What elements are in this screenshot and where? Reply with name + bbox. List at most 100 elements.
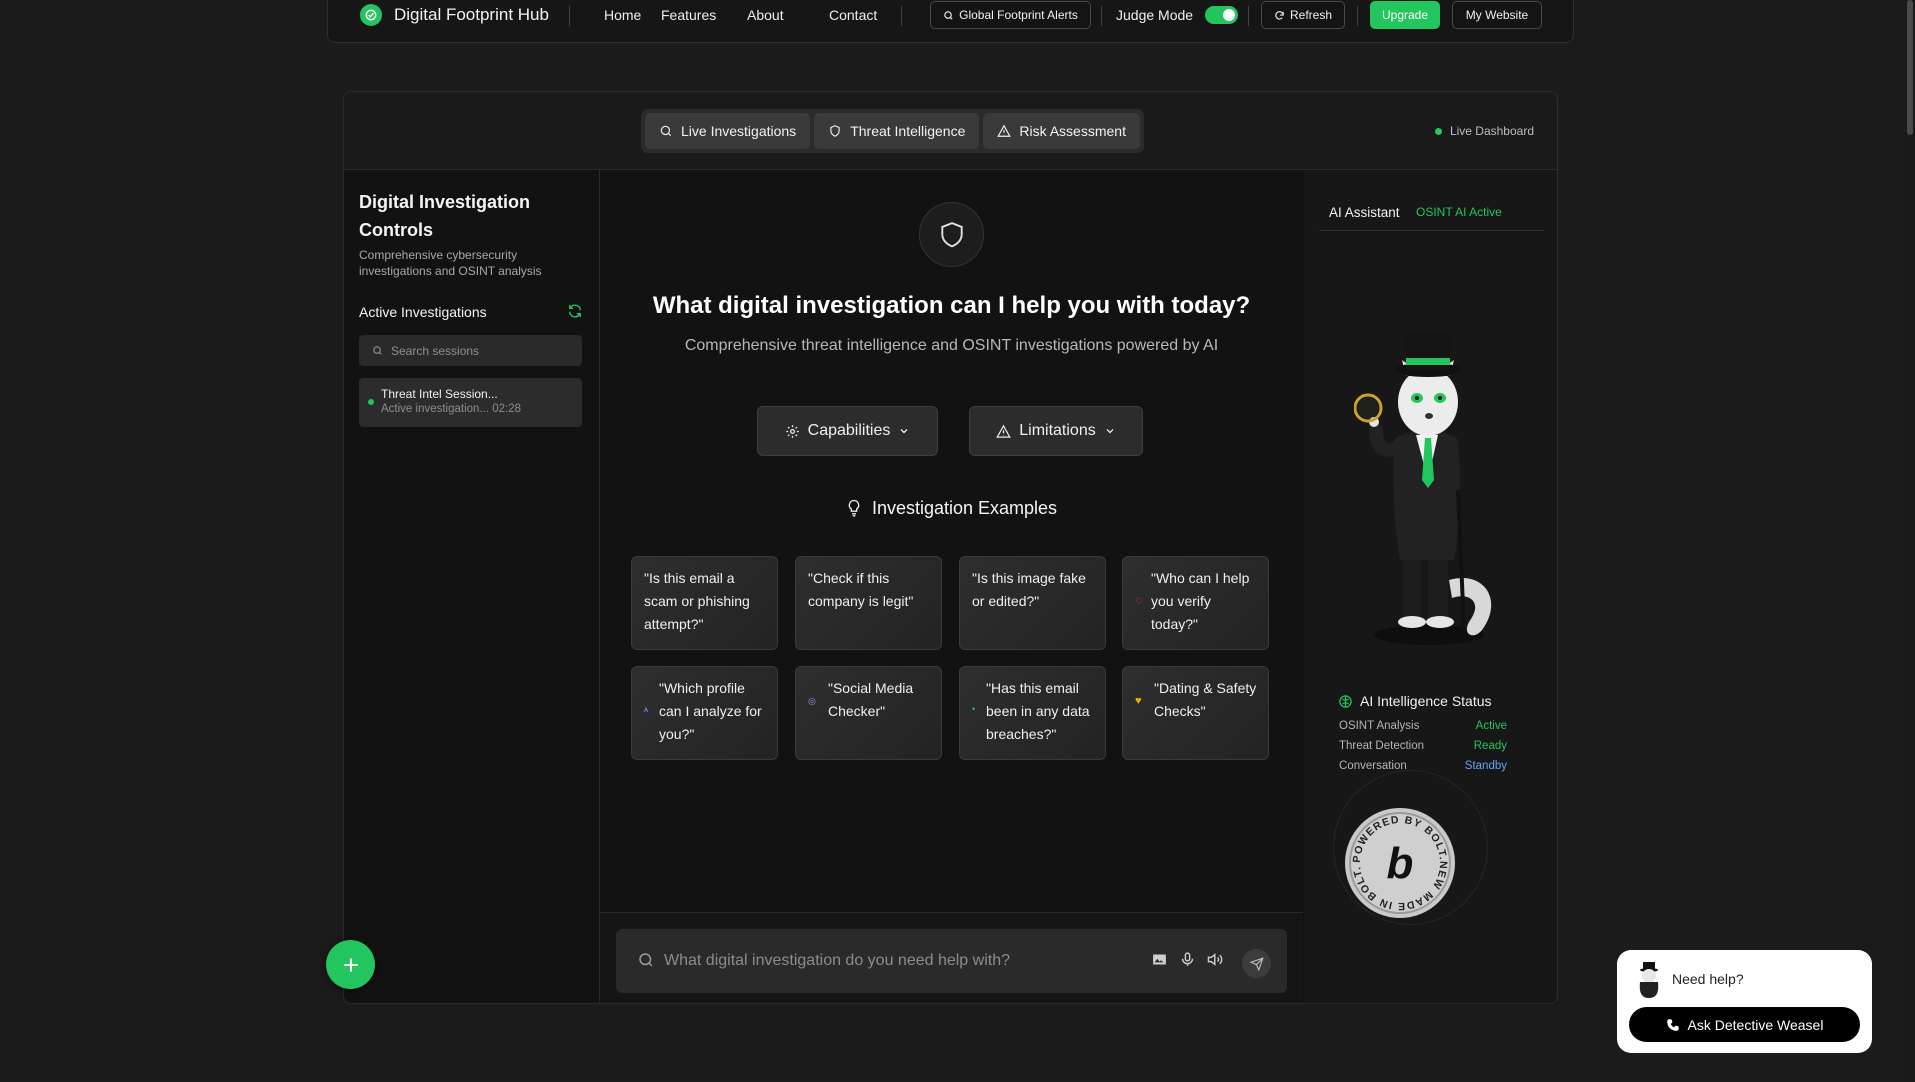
plus-icon	[343, 957, 358, 972]
page-scrollbar[interactable]	[1905, 0, 1915, 1082]
send-button[interactable]	[1242, 949, 1271, 978]
example-text: "Dating & Safety Checks"	[1154, 680, 1257, 719]
divider	[901, 6, 902, 26]
sidebar-title: Digital Investigation Controls	[359, 192, 531, 240]
status-row: Threat Detection Ready	[1339, 740, 1507, 752]
sidebar-subtitle: Comprehensive cybersecurity investigatio…	[359, 248, 542, 278]
search-icon	[660, 125, 672, 137]
chat-input[interactable]	[664, 945, 1114, 977]
judge-mode-toggle[interactable]	[1205, 6, 1238, 24]
assistant-status: OSINT AI Active	[1416, 205, 1502, 219]
tab-risk-assessment[interactable]: Risk Assessment	[983, 113, 1140, 149]
main-panel: Live Investigations Threat Intelligence …	[343, 91, 1558, 1004]
assistant-panel: AI Assistant OSINT AI Active AI Intellig…	[1304, 170, 1557, 1003]
user-icon: ᴬ	[644, 706, 649, 716]
shield-icon	[830, 125, 840, 137]
heart-icon: ♥	[1135, 695, 1142, 707]
example-card[interactable]: ◎ "Social Media Checker"	[795, 666, 942, 760]
nav-link-contact[interactable]: Contact	[829, 7, 877, 23]
my-website-button[interactable]: My Website	[1452, 1, 1542, 29]
status-value: Active	[1475, 720, 1507, 732]
nav-link-about[interactable]: About	[747, 7, 784, 23]
tab-label: Risk Assessment	[1019, 123, 1126, 139]
nav-link-features[interactable]: Features	[661, 7, 716, 23]
refresh-icon	[1275, 10, 1284, 20]
warning-icon	[997, 124, 1012, 137]
ai-intel-status-title: AI Intelligence Status	[1360, 693, 1492, 709]
example-card[interactable]: ♥ "Dating & Safety Checks"	[1122, 666, 1269, 760]
example-text: "Is this image fake or edited?"	[972, 570, 1086, 609]
status-label: OSINT Analysis	[1339, 720, 1420, 732]
limitations-label: Limitations	[1019, 422, 1096, 439]
status-row: OSINT Analysis Active	[1339, 720, 1507, 732]
tab-live-investigations[interactable]: Live Investigations	[645, 113, 811, 149]
lightbulb-icon	[848, 499, 860, 517]
search-icon	[373, 346, 382, 355]
ask-button-label: Ask Detective Weasel	[1687, 1016, 1824, 1033]
session-item[interactable]: Threat Intel Session... Active investiga…	[359, 378, 582, 427]
detective-weasel-illustration	[1354, 332, 1492, 645]
divider	[1101, 6, 1102, 26]
search-icon	[944, 10, 953, 20]
scrollbar-thumb[interactable]	[1907, 0, 1913, 135]
ai-intel-status-heading: AI Intelligence Status	[1338, 693, 1492, 709]
panel-header: Live Investigations Threat Intelligence …	[344, 92, 1557, 170]
hero-shield-icon	[919, 202, 984, 267]
brand[interactable]: Digital Footprint Hub	[360, 4, 549, 26]
status-value: Ready	[1473, 740, 1507, 752]
speaker-icon[interactable]	[1206, 951, 1225, 968]
example-text: "Is this email a scam or phishing attemp…	[644, 570, 750, 632]
sidebar: Digital Investigation Controls Comprehen…	[344, 170, 600, 1003]
example-text: "Check if this company is legit"	[808, 570, 914, 609]
global-alerts-button[interactable]: Global Footprint Alerts	[930, 1, 1091, 29]
mail-icon: •	[972, 704, 976, 714]
bolt-badge[interactable]: POWERED BY BOLT.NEW MADE IN BOLT.NEW b	[1345, 808, 1455, 918]
globe-icon: ◎	[808, 696, 816, 706]
refresh-button[interactable]: Refresh	[1261, 1, 1345, 29]
examples-title: Investigation Examples	[871, 498, 1058, 518]
microphone-icon[interactable]	[1179, 951, 1196, 968]
ask-detective-weasel-button[interactable]: Ask Detective Weasel	[1629, 1007, 1860, 1042]
svg-text:b: b	[1387, 839, 1414, 888]
chevron-down-icon	[1106, 429, 1114, 434]
session-status-dot	[368, 399, 374, 405]
session-search-input[interactable]: Search sessions	[359, 335, 582, 366]
divider	[569, 6, 570, 26]
example-card[interactable]: ♡ "Who can I help you verify today?"	[1122, 556, 1269, 650]
example-card[interactable]: "Is this email a scam or phishing attemp…	[631, 556, 778, 650]
new-investigation-button[interactable]	[326, 940, 375, 989]
example-card[interactable]: • "Has this email been in any data breac…	[959, 666, 1106, 760]
active-investigations-heading: Active Investigations	[359, 304, 487, 320]
divider	[1248, 6, 1249, 26]
image-icon[interactable]	[1151, 951, 1168, 968]
example-text: "Which profile can I analyze for you?"	[659, 680, 762, 742]
example-card[interactable]: ᴬ "Which profile can I analyze for you?"	[631, 666, 778, 760]
judge-mode-label: Judge Mode	[1116, 7, 1194, 23]
chevron-down-icon	[900, 429, 908, 434]
session-meta: Active investigation... 02:28	[381, 403, 521, 415]
example-text: "Social Media Checker"	[828, 680, 914, 719]
session-name: Threat Intel Session...	[381, 387, 498, 401]
example-text: "Has this email been in any data breache…	[986, 680, 1090, 742]
tab-threat-intelligence[interactable]: Threat Intelligence	[814, 113, 980, 149]
example-card[interactable]: "Check if this company is legit"	[795, 556, 942, 650]
refresh-sessions-icon[interactable]	[567, 303, 583, 319]
global-alerts-label: Global Footprint Alerts	[959, 8, 1078, 22]
chat-input-area	[600, 912, 1303, 1003]
live-dot	[1434, 127, 1442, 135]
limitations-dropdown[interactable]: Limitations	[969, 406, 1143, 456]
nav-link-home[interactable]: Home	[604, 7, 641, 23]
tab-bar: Live Investigations Threat Intelligence …	[641, 109, 1144, 153]
capabilities-dropdown[interactable]: Capabilities	[757, 406, 938, 456]
hero-subtitle: Comprehensive threat intelligence and OS…	[684, 337, 1219, 354]
assistant-header: AI Assistant OSINT AI Active	[1319, 170, 1544, 231]
chat-area: What digital investigation can I help yo…	[600, 170, 1303, 1003]
refresh-label: Refresh	[1289, 8, 1333, 22]
assistant-title: AI Assistant	[1329, 205, 1400, 220]
example-card[interactable]: "Is this image fake or edited?"	[959, 556, 1106, 650]
phone-icon	[1666, 1018, 1679, 1031]
live-dashboard-label: Live Dashboard	[1449, 124, 1534, 138]
upgrade-button[interactable]: Upgrade	[1370, 1, 1440, 29]
status-label: Threat Detection	[1339, 740, 1425, 752]
send-icon	[1249, 956, 1264, 971]
